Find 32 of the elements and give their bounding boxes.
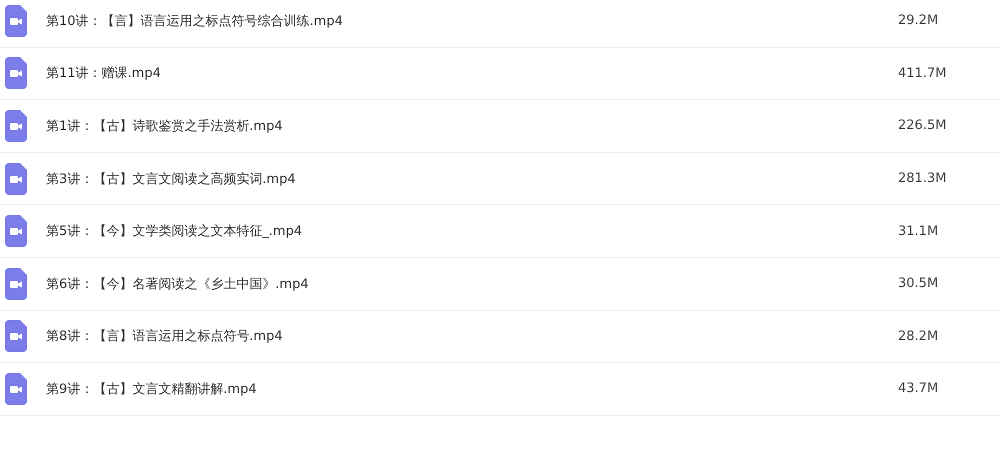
file-row[interactable]: 第9讲：【古】文言文精翻讲解.mp4 43.7M	[0, 363, 1000, 416]
video-file-icon	[5, 215, 27, 248]
video-file-icon	[5, 320, 27, 352]
file-name: 第9讲：【古】文言文精翻讲解.mp4	[46, 380, 258, 398]
file-row[interactable]: 第10讲：【言】语言运用之标点符号综合训练.mp4 29.2M	[0, 0, 1000, 48]
file-row[interactable]: 第11讲：赠课.mp4 411.7M	[0, 48, 1000, 100]
file-size: 43.7M	[898, 381, 938, 396]
file-name: 第11讲：赠课.mp4	[46, 65, 162, 82]
file-name: 第6讲：【今】名著阅读之《乡土中国》.mp4	[46, 276, 310, 293]
file-name: 第8讲：【言】语言运用之标点符号.mp4	[46, 328, 284, 346]
video-file-icon	[5, 4, 27, 37]
file-row[interactable]: 第6讲：【今】名著阅读之《乡土中国》.mp4 30.5M	[0, 258, 1000, 311]
file-name: 第5讲：【今】文学类阅读之文本特征_.mp4	[46, 223, 304, 240]
file-size: 411.7M	[898, 66, 946, 81]
file-size: 30.5M	[898, 276, 938, 292]
file-size: 31.1M	[898, 224, 938, 239]
video-file-icon	[5, 162, 27, 195]
file-size: 29.2M	[898, 13, 938, 28]
video-file-icon	[5, 268, 27, 300]
video-file-icon	[5, 372, 27, 405]
file-row[interactable]: 第8讲：【言】语言运用之标点符号.mp4 28.2M	[0, 310, 1000, 364]
file-name: 第1讲：【古】诗歌鉴赏之手法赏析.mp4	[46, 118, 284, 135]
file-size: 281.3M	[898, 171, 946, 186]
file-size: 226.5M	[898, 118, 946, 134]
file-name: 第3讲：【古】文言文阅读之高频实词.mp4	[46, 170, 297, 188]
file-row[interactable]: 第3讲：【古】文言文阅读之高频实词.mp4 281.3M	[0, 152, 1000, 206]
video-file-icon	[5, 57, 27, 90]
file-size: 28.2M	[898, 328, 938, 344]
file-row[interactable]: 第5讲：【今】文学类阅读之文本特征_.mp4 31.1M	[0, 205, 1000, 258]
file-name: 第10讲：【言】语言运用之标点符号综合训练.mp4	[46, 12, 344, 30]
file-row[interactable]: 第1讲：【古】诗歌鉴赏之手法赏析.mp4 226.5M	[0, 100, 1000, 153]
video-file-icon	[5, 110, 27, 142]
